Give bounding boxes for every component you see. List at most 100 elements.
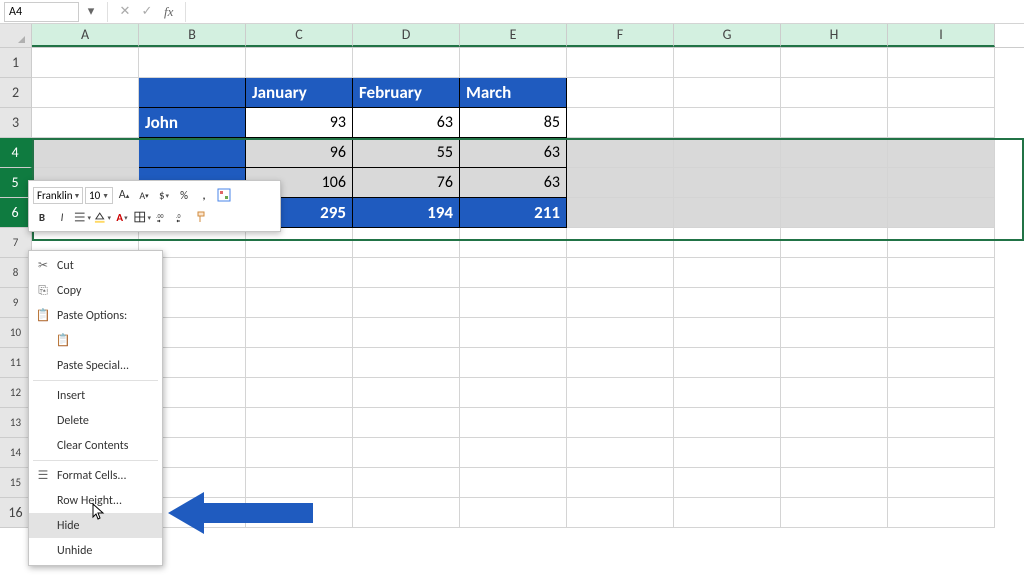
cell[interactable]: 63	[353, 108, 460, 138]
cell[interactable]	[460, 258, 567, 288]
cell[interactable]	[353, 318, 460, 348]
row-header-3[interactable]: 3	[0, 108, 32, 138]
cell[interactable]	[246, 318, 353, 348]
cell[interactable]: John	[139, 108, 246, 138]
cell[interactable]: 93	[246, 108, 353, 138]
cell[interactable]	[246, 438, 353, 468]
cell[interactable]	[567, 78, 674, 108]
cell[interactable]: 55	[353, 138, 460, 168]
cell[interactable]	[674, 228, 781, 258]
increase-font-icon[interactable]: A▴	[115, 186, 133, 204]
cell[interactable]	[674, 78, 781, 108]
confirm-icon[interactable]: ✓	[138, 3, 156, 21]
cell[interactable]	[353, 468, 460, 498]
currency-button[interactable]: $▾	[155, 186, 173, 204]
cell[interactable]: 96	[246, 138, 353, 168]
cell[interactable]	[353, 288, 460, 318]
cell[interactable]	[32, 138, 139, 168]
cell[interactable]	[246, 228, 353, 258]
cell[interactable]	[567, 318, 674, 348]
cell[interactable]	[567, 408, 674, 438]
cell[interactable]	[460, 288, 567, 318]
cell[interactable]: 194	[353, 198, 460, 228]
cell[interactable]	[674, 108, 781, 138]
col-header-i[interactable]: I	[888, 24, 995, 47]
cell[interactable]	[246, 348, 353, 378]
cell[interactable]	[781, 408, 888, 438]
cell[interactable]	[567, 168, 674, 198]
cell[interactable]: January	[246, 78, 353, 108]
cell[interactable]	[888, 108, 995, 138]
cell[interactable]	[567, 288, 674, 318]
cell[interactable]	[781, 138, 888, 168]
cell[interactable]	[246, 408, 353, 438]
cell[interactable]	[674, 168, 781, 198]
cell[interactable]	[888, 348, 995, 378]
menu-unhide[interactable]: Unhide	[29, 538, 162, 563]
cell[interactable]	[888, 228, 995, 258]
col-header-g[interactable]: G	[674, 24, 781, 47]
menu-format-cells[interactable]: ☰Format Cells...	[29, 463, 162, 488]
cell[interactable]	[246, 48, 353, 78]
font-size-selector[interactable]: 10▼	[85, 187, 113, 204]
menu-paste-special[interactable]: Paste Special...	[29, 353, 162, 378]
cell[interactable]	[139, 78, 246, 108]
cell[interactable]	[674, 48, 781, 78]
cell[interactable]	[460, 468, 567, 498]
cell[interactable]	[567, 48, 674, 78]
cell[interactable]	[888, 438, 995, 468]
cell[interactable]	[32, 48, 139, 78]
fx-icon[interactable]: fx	[164, 4, 173, 20]
menu-cut[interactable]: ✂Cut	[29, 253, 162, 278]
cell[interactable]	[888, 48, 995, 78]
cell[interactable]	[567, 138, 674, 168]
cell[interactable]: 76	[353, 168, 460, 198]
cell[interactable]	[888, 408, 995, 438]
menu-insert[interactable]: Insert	[29, 383, 162, 408]
cell[interactable]: 85	[460, 108, 567, 138]
row-header-4[interactable]: 4	[0, 138, 32, 168]
cell[interactable]: 63	[460, 168, 567, 198]
cell[interactable]	[781, 318, 888, 348]
cell[interactable]	[353, 408, 460, 438]
cell[interactable]	[781, 438, 888, 468]
col-header-a[interactable]: A	[32, 24, 139, 47]
cell[interactable]	[353, 348, 460, 378]
font-color-button[interactable]: A▾	[113, 208, 131, 226]
percent-button[interactable]: %	[175, 186, 193, 204]
name-box[interactable]: A4	[4, 2, 79, 22]
cell[interactable]	[460, 438, 567, 468]
cell[interactable]	[674, 378, 781, 408]
conditional-format-icon[interactable]	[215, 186, 233, 204]
cell[interactable]	[674, 258, 781, 288]
cell[interactable]	[139, 138, 246, 168]
cell[interactable]	[567, 258, 674, 288]
col-header-d[interactable]: D	[353, 24, 460, 47]
col-header-f[interactable]: F	[567, 24, 674, 47]
cell[interactable]	[353, 258, 460, 288]
cell[interactable]	[781, 108, 888, 138]
cell[interactable]	[353, 378, 460, 408]
cell[interactable]	[567, 378, 674, 408]
cell[interactable]	[888, 288, 995, 318]
menu-copy[interactable]: ⎘Copy	[29, 278, 162, 303]
font-selector[interactable]: Franklin▼	[33, 187, 83, 204]
cell[interactable]	[567, 228, 674, 258]
cell[interactable]	[460, 498, 567, 528]
borders-button[interactable]: ▾	[133, 208, 151, 226]
cell[interactable]	[888, 198, 995, 228]
fill-color-button[interactable]: ▾	[93, 208, 111, 226]
cell[interactable]	[246, 378, 353, 408]
cell[interactable]	[567, 468, 674, 498]
cell[interactable]	[781, 228, 888, 258]
cell[interactable]	[246, 288, 353, 318]
cell[interactable]	[460, 348, 567, 378]
cell[interactable]	[781, 498, 888, 528]
cell[interactable]	[781, 198, 888, 228]
format-painter-icon[interactable]	[193, 208, 211, 226]
cell[interactable]	[781, 348, 888, 378]
cell[interactable]	[781, 48, 888, 78]
cell[interactable]	[674, 498, 781, 528]
cell[interactable]	[460, 48, 567, 78]
italic-button[interactable]: I	[53, 208, 71, 226]
